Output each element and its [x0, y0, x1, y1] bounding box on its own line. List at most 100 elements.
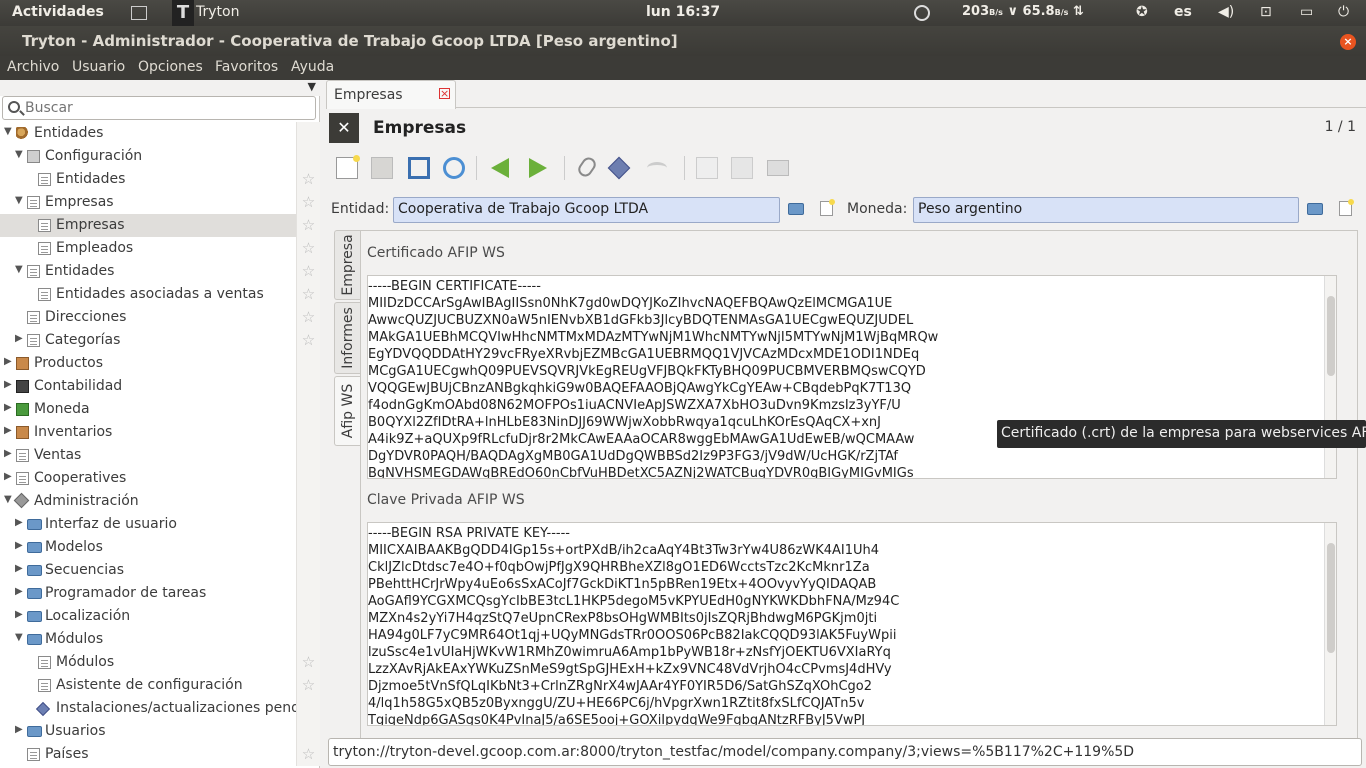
sidebar-item[interactable]: ▶ Ventas [0, 444, 320, 467]
volume-icon[interactable]: ◀) [1218, 4, 1234, 20]
collapsed-arrow-icon[interactable]: ▶ [4, 402, 14, 413]
sidebar-item[interactable]: ▶ Categorías ☆ [0, 329, 320, 352]
currency-field[interactable]: Peso argentino [913, 197, 1299, 223]
email-icon[interactable] [731, 157, 753, 179]
sidebar-item[interactable]: ▼ Administración [0, 490, 320, 513]
cert-textarea[interactable]: -----BEGIN CERTIFICATE----- MIIDzDCCArSg… [367, 275, 1337, 479]
app-menu-label[interactable]: Tryton [196, 4, 239, 20]
form-tools-button[interactable]: ✕ [329, 113, 359, 143]
sidebar-item[interactable]: ▼ Entidades ☆ [0, 260, 320, 283]
power-icon[interactable]: ⏻ [1338, 4, 1349, 20]
collapsed-arrow-icon[interactable]: ▶ [15, 333, 25, 344]
entity-field[interactable]: Cooperativa de Trabajo Gcoop LTDA [393, 197, 780, 223]
key-scrollbar[interactable] [1324, 523, 1336, 725]
favorite-star-icon[interactable]: ☆ [296, 168, 320, 191]
activities-button[interactable]: Actividades [12, 4, 104, 20]
clock[interactable]: lun 16:37 [646, 4, 720, 20]
favorite-star-icon[interactable]: ☆ [296, 674, 320, 697]
expanded-arrow-icon[interactable]: ▼ [4, 126, 14, 137]
sidebar-item[interactable]: Entidades ☆ [0, 168, 320, 191]
favorite-star-icon[interactable]: ☆ [296, 283, 320, 306]
collapsed-arrow-icon[interactable]: ▶ [15, 609, 25, 620]
tab-empresa[interactable]: Empresa [334, 230, 360, 300]
sidebar-item[interactable]: Direcciones ☆ [0, 306, 320, 329]
expanded-arrow-icon[interactable]: ▼ [15, 195, 25, 206]
expanded-arrow-icon[interactable]: ▼ [4, 494, 14, 505]
sidebar-item[interactable]: Entidades asociadas a ventas ☆ [0, 283, 320, 306]
currency-new-icon[interactable] [1339, 199, 1354, 216]
favorite-star-icon[interactable]: ☆ [296, 237, 320, 260]
next-record-icon[interactable] [529, 158, 547, 178]
url-bar[interactable]: tryton://tryton-devel.gcoop.com.ar:8000/… [328, 738, 1362, 766]
favorite-star-icon[interactable]: ☆ [296, 743, 320, 766]
sidebar-item[interactable]: ▶ Contabilidad [0, 375, 320, 398]
collapsed-arrow-icon[interactable]: ▶ [15, 540, 25, 551]
network-icon[interactable]: ⊡ [1260, 4, 1272, 20]
collapsed-arrow-icon[interactable]: ▶ [15, 563, 25, 574]
favorite-star-icon[interactable]: ☆ [296, 260, 320, 283]
expanded-arrow-icon[interactable]: ▼ [15, 264, 25, 275]
sidebar-item[interactable]: ▶ Interfaz de usuario [0, 513, 320, 536]
collapsed-arrow-icon[interactable]: ▶ [15, 517, 25, 528]
expanded-arrow-icon[interactable]: ▼ [15, 632, 25, 643]
sidebar-item[interactable]: ▼ Empresas ☆ [0, 191, 320, 214]
sidebar-dropdown-icon[interactable]: ▼ [308, 80, 316, 93]
sidebar-item[interactable]: ▶ Localización [0, 605, 320, 628]
sidebar-item[interactable]: Instalaciones/actualizaciones pendientes [0, 697, 320, 720]
net-speed-icon[interactable] [914, 5, 930, 21]
sidebar-item[interactable]: ▶ Programador de tareas [0, 582, 320, 605]
menu-opciones[interactable]: Opciones [138, 59, 203, 75]
search-input[interactable] [25, 99, 305, 117]
screenshot-icon[interactable] [131, 6, 147, 20]
sidebar-item[interactable]: Asistente de configuración ☆ [0, 674, 320, 697]
expanded-arrow-icon[interactable]: ▼ [15, 149, 25, 160]
entity-search-icon[interactable] [788, 203, 804, 215]
close-tab-icon[interactable]: × [439, 88, 450, 99]
net-speed-indicator[interactable]: 203B/s ∨ 65.8B/s ⇅ [962, 4, 1084, 19]
menu-usuario[interactable]: Usuario [72, 59, 125, 75]
print-icon[interactable] [767, 160, 789, 176]
sidebar-item[interactable]: Módulos ☆ [0, 651, 320, 674]
sidebar-item[interactable]: ▼ Configuración [0, 145, 320, 168]
collapsed-arrow-icon[interactable]: ▶ [4, 425, 14, 436]
favorite-star-icon[interactable]: ☆ [296, 214, 320, 237]
sidebar-item[interactable]: Empresas ☆ [0, 214, 320, 237]
sidebar-item[interactable]: Empleados ☆ [0, 237, 320, 260]
sidebar-item[interactable]: ▶ Modelos [0, 536, 320, 559]
switch-view-icon[interactable] [408, 157, 430, 179]
sidebar-item[interactable]: ▶ Usuarios [0, 720, 320, 743]
sidebar-search[interactable] [2, 96, 316, 120]
tab-afip-ws[interactable]: Afip WS [334, 376, 360, 446]
action-icon[interactable] [607, 156, 631, 180]
favorite-star-icon[interactable]: ☆ [296, 329, 320, 352]
tab-empresas[interactable]: Empresas × [326, 80, 456, 109]
sidebar-item[interactable]: ▶ Secuencias [0, 559, 320, 582]
battery-icon[interactable]: ▭ [1300, 4, 1313, 20]
favorite-star-icon[interactable]: ☆ [296, 306, 320, 329]
menu-favoritos[interactable]: Favoritos [215, 59, 278, 75]
favorite-star-icon[interactable]: ☆ [296, 651, 320, 674]
key-textarea[interactable]: -----BEGIN RSA PRIVATE KEY----- MIICXAIB… [367, 522, 1337, 726]
collapsed-arrow-icon[interactable]: ▶ [15, 724, 25, 735]
previous-record-icon[interactable] [491, 158, 509, 178]
sidebar-item[interactable]: ▶ Cooperatives [0, 467, 320, 490]
favorite-star-icon[interactable]: ☆ [296, 191, 320, 214]
collapsed-arrow-icon[interactable]: ▶ [15, 586, 25, 597]
new-record-icon[interactable] [336, 155, 360, 179]
sidebar-item[interactable]: ▶ Inventarios [0, 421, 320, 444]
tab-informes[interactable]: Informes [334, 302, 360, 374]
save-icon[interactable] [371, 157, 393, 179]
sidebar-item[interactable]: Países ☆ [0, 743, 320, 766]
collapsed-arrow-icon[interactable]: ▶ [4, 356, 14, 367]
collapsed-arrow-icon[interactable]: ▶ [4, 379, 14, 390]
currency-search-icon[interactable] [1307, 203, 1323, 215]
reload-icon[interactable] [443, 157, 465, 179]
sidebar-item[interactable]: ▼ Entidades [0, 122, 320, 145]
relate-icon[interactable] [647, 162, 667, 174]
entity-new-icon[interactable] [820, 199, 835, 216]
sidebar-item[interactable]: ▶ Moneda [0, 398, 320, 421]
menu-ayuda[interactable]: Ayuda [291, 59, 334, 75]
accessibility-icon[interactable]: ✪ [1136, 4, 1148, 20]
sidebar-item[interactable]: ▶ Productos [0, 352, 320, 375]
sidebar-item[interactable]: ▼ Módulos [0, 628, 320, 651]
